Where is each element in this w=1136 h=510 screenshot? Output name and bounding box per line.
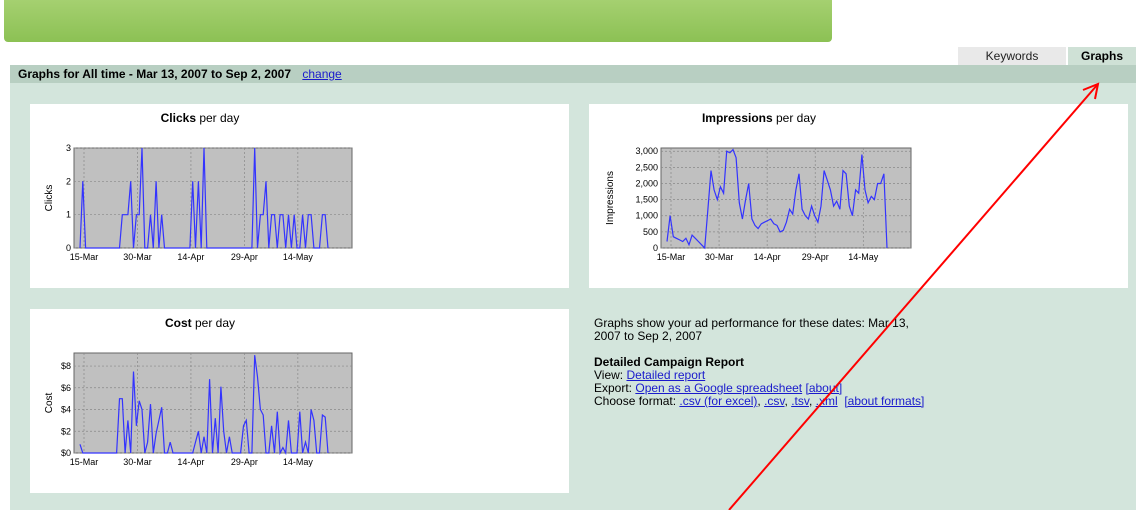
header-banner bbox=[4, 0, 832, 42]
y-tick-label: $6 bbox=[61, 383, 71, 393]
report-info: Graphs show your ad performance for thes… bbox=[594, 317, 934, 408]
cost-chart: $0$2$4$6$815-Mar 30-Mar 14-Apr 29-Apr 14-May… bbox=[44, 352, 353, 467]
y-axis-label: Impressions bbox=[605, 171, 616, 225]
y-tick-label: $4 bbox=[61, 405, 71, 415]
x-tick-label: 14-May bbox=[848, 252, 879, 262]
y-tick-label: 2,000 bbox=[635, 178, 658, 188]
csv-excel-link[interactable]: .csv (for excel) bbox=[679, 394, 757, 408]
y-tick-label: 2 bbox=[66, 176, 71, 186]
x-tick-label: 14-May bbox=[283, 252, 314, 262]
dates-description: Graphs show your ad performance for thes… bbox=[594, 316, 909, 343]
clicks-chart-card: Clicks per day 0 1 2 3 15-Mar 30-Mar 14-Apr 29-… bbox=[30, 104, 569, 288]
detailed-report-link[interactable]: Detailed report bbox=[626, 368, 705, 382]
xml-link[interactable]: .xml bbox=[816, 394, 838, 408]
format-label: Choose format: bbox=[594, 394, 677, 408]
csv-link[interactable]: .csv bbox=[764, 394, 784, 408]
x-tick-label: 14-Apr bbox=[754, 252, 781, 262]
date-range-bar: Graphs for All time - Mar 13, 2007 to Se… bbox=[10, 65, 1136, 83]
view-label: View: bbox=[594, 368, 624, 382]
x-tick-label: 14-Apr bbox=[177, 457, 204, 467]
tsv-link[interactable]: .tsv bbox=[791, 394, 809, 408]
clicks-chart: 012315-Mar 30-Mar 14-Apr 29-Apr 14-MayClicks bbox=[44, 143, 353, 262]
y-tick-label: 1 bbox=[66, 210, 71, 220]
y-tick-label: 500 bbox=[643, 227, 658, 237]
y-tick-label: $8 bbox=[61, 361, 71, 371]
y-axis-label: Cost bbox=[44, 392, 55, 413]
x-tick-label: 30-Mar bbox=[705, 252, 734, 262]
plot-area bbox=[73, 352, 353, 454]
y-tick-label: 2,500 bbox=[635, 162, 658, 172]
x-tick-label: 29-Apr bbox=[231, 252, 258, 262]
export-label: Export: bbox=[594, 381, 633, 395]
plot-area bbox=[73, 147, 353, 249]
x-tick-label: 15-Mar bbox=[657, 252, 686, 262]
y-tick-label: 1,000 bbox=[635, 211, 658, 221]
export-about-link[interactable]: [about] bbox=[805, 381, 842, 395]
y-tick-label: $2 bbox=[61, 426, 71, 436]
date-range-title: Graphs for All time - Mar 13, 2007 to Se… bbox=[18, 67, 342, 81]
format-row: Choose format: .csv (for excel), .csv, .… bbox=[594, 394, 925, 408]
y-axis-label: Clicks bbox=[44, 185, 55, 212]
impressions-chart-card: Impressions per day 0 500 1,000 1,500 2,000 2… bbox=[589, 104, 1128, 288]
y-tick-label: 3,000 bbox=[635, 146, 658, 156]
change-date-link[interactable]: change bbox=[302, 67, 341, 81]
about-formats-link[interactable]: [about formats] bbox=[844, 394, 924, 408]
impressions-chart: 05001,0001,5002,0002,5003,00015-Mar 30-Ma… bbox=[605, 146, 912, 262]
tab-graphs[interactable]: Graphs bbox=[1068, 47, 1136, 65]
x-tick-label: 15-Mar bbox=[70, 252, 99, 262]
x-tick-label: 14-Apr bbox=[177, 252, 204, 262]
x-tick-label: 29-Apr bbox=[802, 252, 829, 262]
x-tick-label: 15-Mar bbox=[70, 457, 99, 467]
tab-keywords[interactable]: Keywords bbox=[958, 47, 1066, 65]
x-tick-label: 30-Mar bbox=[123, 457, 152, 467]
google-spreadsheet-link[interactable]: Open as a Google spreadsheet bbox=[635, 381, 802, 395]
y-tick-label: 3 bbox=[66, 143, 71, 153]
cost-chart-card: Cost per day $0 $2 $4 $6 $8 15-Mar 30-Mar 14-Ap… bbox=[30, 309, 569, 493]
x-tick-label: 14-May bbox=[283, 457, 314, 467]
y-tick-label: 1,500 bbox=[635, 195, 658, 205]
x-tick-label: 29-Apr bbox=[231, 457, 258, 467]
x-tick-label: 30-Mar bbox=[123, 252, 152, 262]
date-range-text: Graphs for All time - Mar 13, 2007 to Se… bbox=[18, 67, 291, 81]
